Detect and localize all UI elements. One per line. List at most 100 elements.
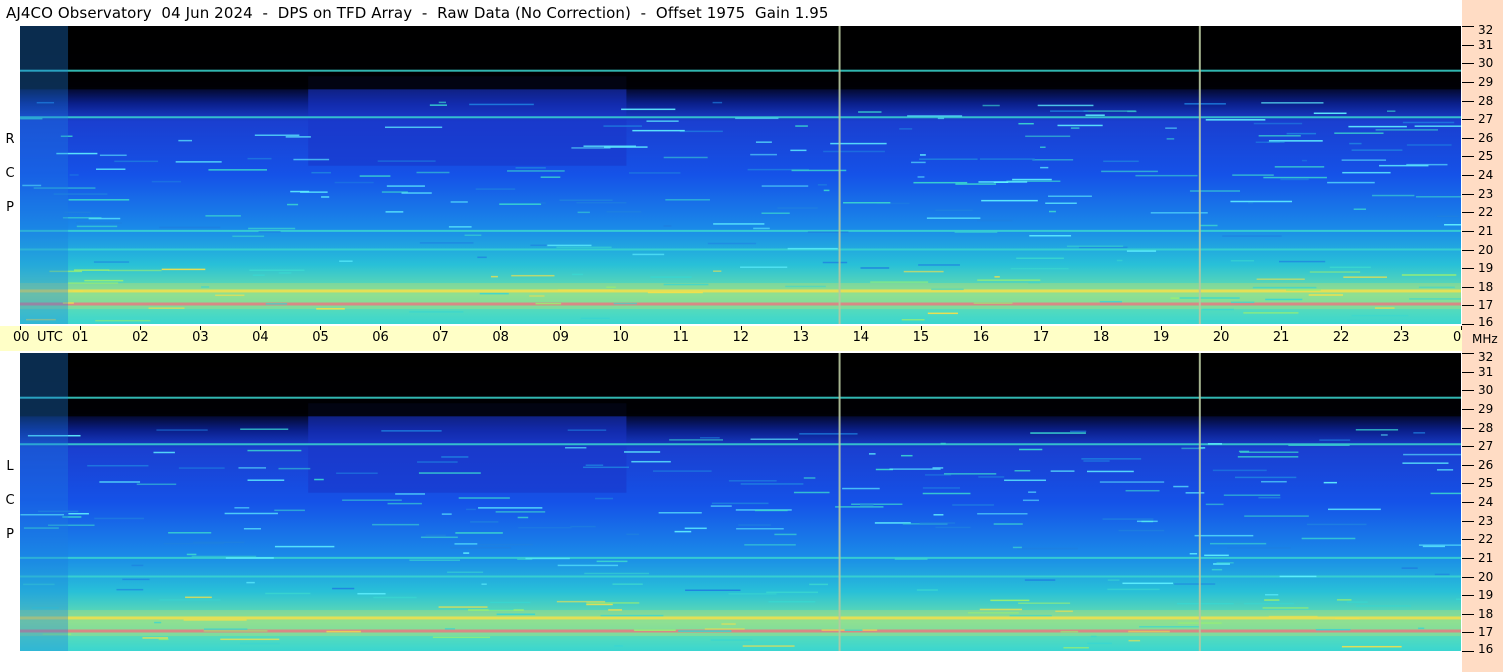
signal-streak	[674, 530, 692, 533]
mhz-tick	[1462, 632, 1474, 634]
signal-streak	[153, 451, 175, 454]
signal-streak	[713, 223, 765, 225]
signal-streak	[1125, 489, 1160, 492]
signal-streak	[416, 171, 450, 174]
signal-streak	[919, 522, 956, 524]
signal-streak	[1243, 312, 1299, 314]
utc-tick-label: 01	[72, 330, 89, 345]
signal-streak	[142, 637, 169, 639]
utc-tick-label: 15	[912, 330, 930, 345]
signal-streak	[919, 154, 926, 156]
signal-streak	[1232, 174, 1274, 176]
signal-streak	[652, 470, 712, 472]
signal-streak	[1012, 178, 1052, 181]
signal-streak	[1102, 518, 1154, 520]
signal-streak	[1286, 132, 1317, 135]
signal-streak	[511, 274, 555, 277]
signal-streak	[835, 506, 884, 508]
signal-streak	[1308, 294, 1344, 296]
signal-streak	[464, 234, 482, 236]
signal-streak	[955, 183, 997, 185]
mhz-tick-label: 30	[1478, 383, 1494, 398]
signal-streak	[1374, 307, 1395, 309]
signal-streak	[438, 606, 488, 608]
signal-streak	[1341, 159, 1387, 161]
signal-streak	[203, 630, 268, 632]
signal-streak	[1166, 138, 1175, 140]
signal-streak	[585, 464, 604, 466]
signal-streak	[979, 158, 1035, 160]
signal-streak	[990, 599, 1030, 602]
signal-streak	[707, 242, 757, 245]
signal-streak	[1216, 562, 1234, 564]
utc-tick-label: 05	[312, 330, 329, 345]
signal-streak	[1086, 470, 1134, 473]
signal-streak	[84, 279, 124, 282]
signal-streak	[967, 612, 1019, 614]
signal-streak	[793, 491, 830, 494]
signal-streak	[621, 108, 676, 111]
signal-streak	[1355, 429, 1399, 431]
signal-streak	[336, 472, 378, 474]
signal-streak	[168, 532, 212, 534]
signal-streak	[678, 630, 732, 632]
signal-streak	[710, 505, 732, 507]
utc-time-axis: 00 UTC 01 02 03 04 05 06 07 08 09 10 11 12 13 14 15 16 17 1…	[0, 326, 1470, 351]
signal-streak	[774, 533, 797, 536]
signal-streak	[178, 139, 193, 142]
mhz-tick-label: 19	[1478, 588, 1494, 603]
signal-streak	[1227, 547, 1291, 549]
time-marker-line	[1198, 353, 1201, 651]
signal-streak	[1327, 508, 1381, 511]
signal-streak	[1230, 301, 1255, 304]
signal-streak	[1211, 568, 1223, 571]
signal-streak	[1048, 195, 1092, 197]
signal-streak	[576, 201, 627, 204]
signal-streak	[477, 256, 487, 259]
mhz-tick	[1462, 576, 1474, 578]
signal-streak	[1455, 598, 1461, 600]
signal-streak	[525, 557, 570, 560]
signal-streak	[710, 639, 753, 641]
left-edge-strip	[20, 353, 69, 651]
signal-streak	[204, 628, 248, 630]
signal-streak	[1413, 432, 1426, 434]
signal-streak	[1016, 257, 1064, 260]
signal-streak	[1209, 542, 1267, 545]
signal-streak	[1355, 605, 1411, 607]
signal-streak	[1436, 469, 1454, 471]
signal-streak	[1028, 491, 1037, 493]
signal-streak	[650, 276, 692, 278]
signal-streak	[1243, 602, 1295, 605]
signal-streak	[842, 487, 880, 490]
signal-streak	[1372, 194, 1415, 197]
signal-streak	[76, 225, 118, 228]
signal-streak	[73, 290, 84, 292]
signal-streak	[535, 302, 562, 305]
signal-streak	[777, 207, 818, 209]
signal-streak	[1265, 298, 1303, 301]
low-frequency-band	[20, 610, 1461, 637]
signal-streak	[395, 493, 426, 495]
signal-streak	[889, 468, 941, 470]
time-marker-line	[1198, 26, 1201, 324]
utc-tick-label: 17	[1032, 330, 1050, 345]
chart-title: AJ4CO Observatory 04 Jun 2024 - DPS on T…	[6, 4, 829, 22]
signal-streak	[1334, 132, 1384, 134]
mhz-tick-label: 31	[1478, 37, 1494, 52]
signal-streak	[131, 564, 144, 567]
signal-streak	[444, 628, 455, 630]
signal-streak	[663, 156, 708, 159]
signal-streak	[738, 524, 771, 526]
signal-streak	[409, 311, 464, 313]
signal-streak	[1087, 642, 1112, 645]
signal-streak	[1253, 122, 1303, 125]
signal-streak	[441, 456, 469, 458]
signal-streak	[419, 242, 474, 244]
signal-streak	[1341, 645, 1402, 648]
signal-streak	[851, 503, 903, 506]
signal-streak	[1165, 127, 1177, 129]
signal-streak	[540, 176, 561, 178]
signal-streak	[628, 172, 681, 174]
signal-streak	[490, 275, 498, 278]
